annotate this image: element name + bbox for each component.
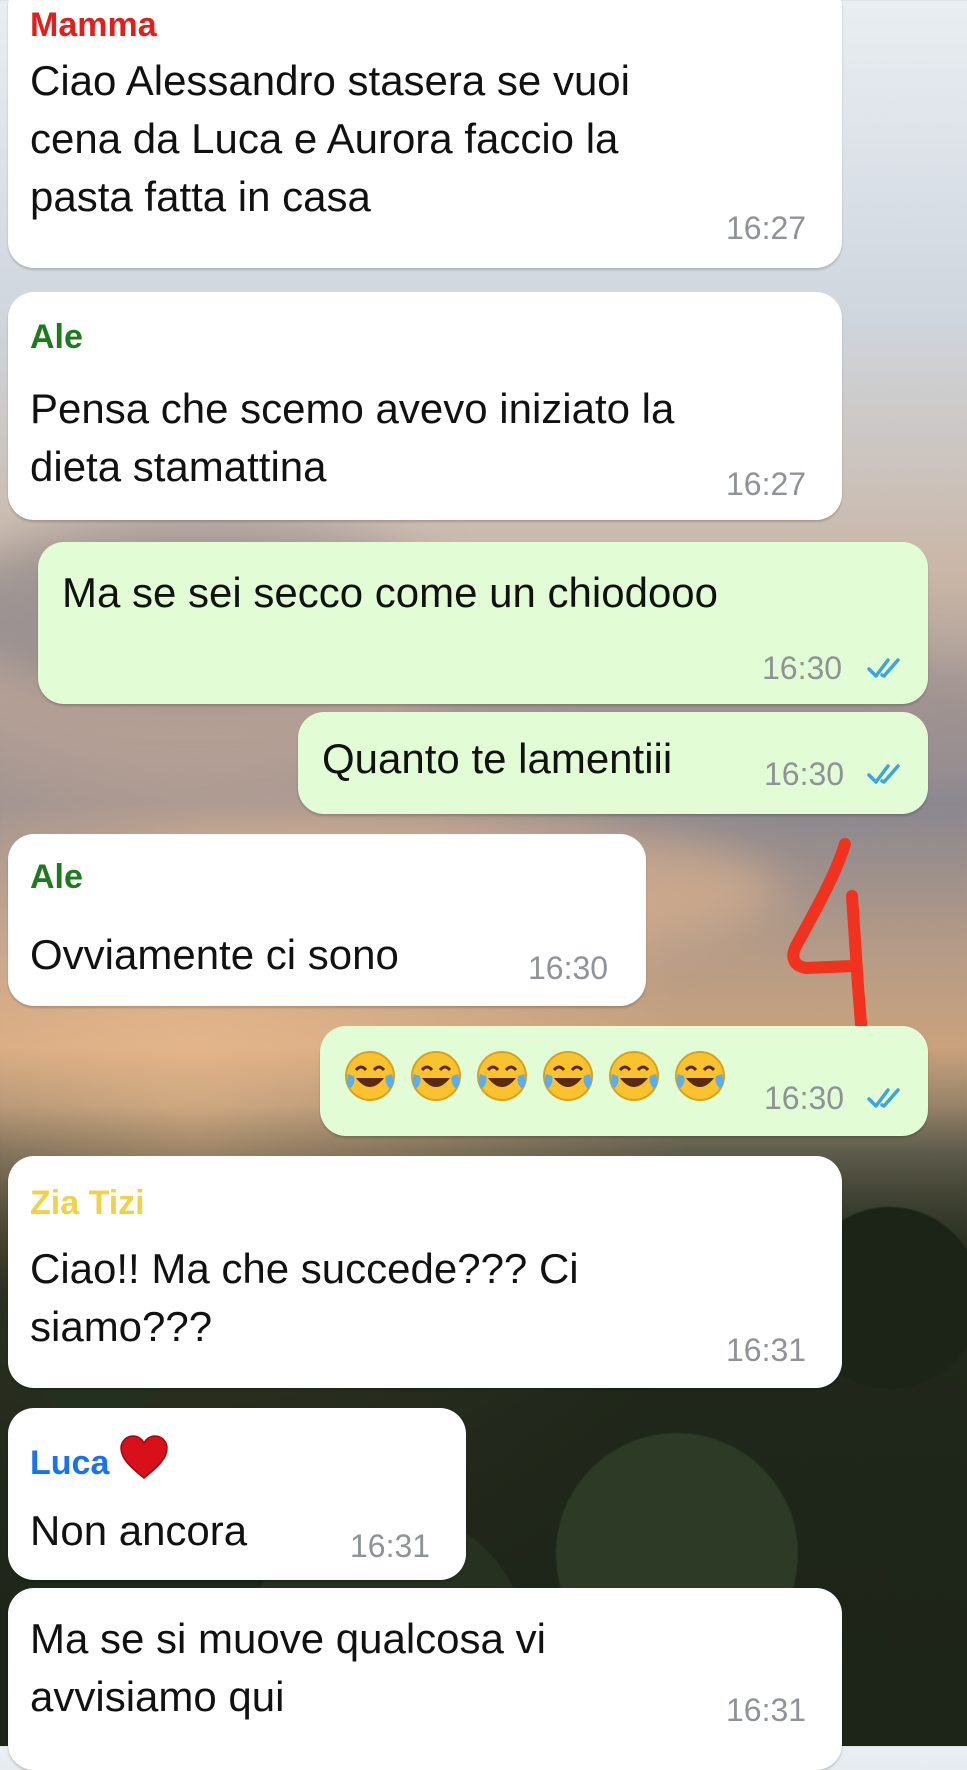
face-with-tears-of-joy-icon (411, 1051, 461, 1101)
message-bubble-outgoing[interactable]: Quanto te lamentiii 16:30 (298, 712, 928, 814)
message-text: Ciao!! Ma che succede??? Ci siamo??? (30, 1245, 579, 1350)
face-with-tears-of-joy-icon (675, 1051, 725, 1101)
message-time: 16:30 (762, 650, 843, 686)
face-with-tears-of-joy-icon (543, 1051, 593, 1101)
read-receipt-icon (867, 658, 900, 678)
face-with-tears-of-joy-icon (609, 1051, 659, 1101)
sender-name[interactable]: Luca (30, 1434, 169, 1483)
emoji-row (342, 1048, 738, 1104)
handwritten-annotation (787, 838, 868, 1036)
message-time: 16:30 (528, 950, 609, 986)
message-text: Pensa che scemo avevo iniziato la dieta … (30, 385, 675, 490)
message-bubble-incoming[interactable]: Luca Non ancora 16:31 (8, 1408, 466, 1580)
message-time: 16:30 (764, 1080, 845, 1116)
message-time: 16:30 (764, 756, 845, 792)
message-text: Ma se sei secco come un chiodooo (62, 569, 719, 616)
sender-name[interactable]: Zia Tizi (30, 1184, 145, 1223)
message-time: 16:31 (350, 1528, 431, 1564)
sender-name[interactable]: Ale (30, 858, 83, 897)
red-heart-icon (120, 1435, 169, 1479)
message-time: 16:27 (726, 466, 807, 502)
message-bubble-incoming[interactable]: Ale Ovviamente ci sono 16:30 (8, 834, 646, 1006)
message-text: Non ancora (30, 1507, 248, 1554)
message-bubble-incoming[interactable]: Zia Tizi Ciao!! Ma che succede??? Ci sia… (8, 1156, 842, 1388)
message-bubble-outgoing[interactable]: Ma se sei secco come un chiodooo 16:30 (38, 542, 928, 704)
message-time: 16:27 (726, 210, 807, 246)
message-text: Ovviamente ci sono (30, 931, 399, 978)
read-receipt-icon (867, 764, 900, 784)
message-bubble-incoming[interactable]: Ma se si muove qualcosa vi avvisiamo qui… (8, 1588, 842, 1770)
sender-label: Luca (30, 1444, 110, 1482)
message-text: Quanto te lamentiii (322, 735, 673, 782)
sender-name[interactable]: Ale (30, 318, 83, 357)
read-receipt-icon (867, 1088, 900, 1108)
message-time: 16:31 (726, 1332, 807, 1368)
message-bubble-incoming[interactable]: Ale Pensa che scemo avevo iniziato la di… (8, 292, 842, 520)
message-bubble-outgoing[interactable]: 16:30 (320, 1026, 928, 1136)
face-with-tears-of-joy-icon (477, 1051, 527, 1101)
message-bubble-incoming[interactable]: Mamma Ciao Alessandro stasera se vuoi ce… (8, 0, 842, 268)
message-time: 16:31 (726, 1692, 807, 1728)
face-with-tears-of-joy-icon (345, 1051, 395, 1101)
message-text: Ma se si muove qualcosa vi avvisiamo qui (30, 1615, 546, 1720)
message-text: Ciao Alessandro stasera se vuoi cena da … (30, 57, 630, 220)
sender-name[interactable]: Mamma (30, 6, 157, 45)
